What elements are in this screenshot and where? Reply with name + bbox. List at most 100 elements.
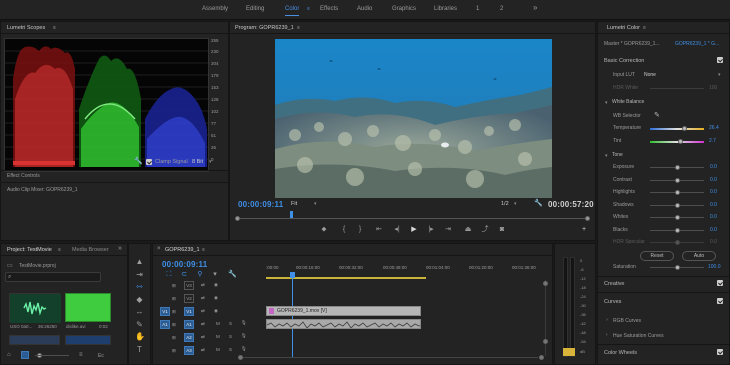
creative-header[interactable]: Creative (604, 281, 624, 287)
microphone-icon[interactable]: 🎙 (241, 346, 247, 352)
eye-icon[interactable]: ◉ (214, 295, 218, 301)
contrast-slider-handle[interactable] (675, 178, 680, 183)
workspace-tab-assembly[interactable]: Assembly (202, 6, 228, 12)
close-icon[interactable]: × (157, 246, 161, 252)
project-search-input[interactable]: ⌕ (5, 272, 101, 282)
audio-clip-mixer-tab[interactable]: Audio Clip Mixer: GOPR6239_1 (7, 187, 78, 193)
wrench-icon[interactable]: 🔧 (134, 157, 143, 165)
chevron-down-icon[interactable]: ▾ (718, 72, 721, 78)
tint-value[interactable]: 2.7 (709, 138, 716, 144)
linked-selection-icon[interactable]: ⚲ (196, 271, 204, 279)
media-browser-tab[interactable]: Media Browser (72, 247, 109, 253)
lock-icon[interactable]: ⊞ (172, 348, 176, 354)
clamp-signal-checkbox[interactable] (146, 159, 152, 165)
sequence-clip-select[interactable]: GOPR6239_1 * G... (675, 41, 719, 47)
pen-tool-icon[interactable]: ✎ (135, 320, 144, 329)
chevron-down-icon[interactable]: ▾ (605, 153, 608, 159)
hand-tool-icon[interactable]: ✋ (135, 332, 145, 341)
saturation-slider-handle[interactable] (675, 265, 680, 270)
scrubber-out-handle[interactable] (585, 216, 590, 221)
scrollbar-handle[interactable] (238, 355, 243, 360)
workspace-overflow-icon[interactable]: » (533, 3, 537, 12)
whites-value[interactable]: 0.0 (710, 214, 717, 220)
sort-icon[interactable]: ≡ (79, 352, 83, 358)
mark-in-icon[interactable]: { (340, 226, 348, 234)
lift-icon[interactable]: ⏏ (464, 226, 472, 234)
workspace-tab-graphics[interactable]: Graphics (392, 6, 416, 12)
sync-lock-icon[interactable]: ⇄ (201, 282, 205, 288)
chevron-down-icon[interactable]: ▾ (314, 201, 317, 207)
timeline-timecode[interactable]: 00:00:09:11 (162, 260, 207, 269)
selection-tool-icon[interactable]: ▲ (135, 257, 144, 266)
lock-icon[interactable]: ⊞ (172, 335, 176, 341)
razor-tool-icon[interactable]: ◆ (135, 295, 144, 304)
eye-icon[interactable]: ◉ (214, 282, 218, 288)
effect-controls-tab[interactable]: Effect Controls (7, 173, 40, 179)
scrollbar-handle[interactable] (539, 355, 544, 360)
clip-thumbnail-audio[interactable] (9, 293, 61, 323)
track-target[interactable]: V3 (184, 281, 194, 290)
add-marker-icon[interactable]: ▾ (211, 271, 219, 279)
go-to-out-icon[interactable]: ⇥ (444, 226, 452, 234)
vertical-scrollbar[interactable] (545, 280, 546, 356)
zoom-slider[interactable] (35, 355, 69, 356)
track-target[interactable]: A1 (184, 320, 194, 329)
chevron-down-icon[interactable]: ▾ (605, 100, 608, 106)
scrollbar-handle[interactable] (543, 339, 548, 344)
chevron-right-icon[interactable]: › (606, 317, 608, 323)
panel-menu-icon[interactable]: ≡ (643, 25, 646, 31)
sync-lock-icon[interactable]: ⇄ (201, 347, 205, 353)
whites-slider-handle[interactable] (675, 215, 680, 220)
color-wheels-header[interactable]: Color Wheels (604, 350, 637, 356)
source-patch[interactable]: V1 (160, 307, 170, 316)
basic-correction-checkbox[interactable] (717, 57, 723, 63)
wrench-icon[interactable]: 🔧 (228, 271, 237, 279)
basic-correction-header[interactable]: Basic Correction (604, 58, 644, 64)
track-target[interactable]: V1 (184, 307, 194, 316)
lock-icon[interactable]: ⌂ (7, 352, 11, 358)
panel-menu-icon[interactable]: ≡ (58, 247, 61, 253)
workspace-tab-audio[interactable]: Audio (357, 6, 372, 12)
sequence-tab[interactable]: GOPR6239_1 (165, 247, 200, 253)
panel-overflow-icon[interactable]: » (118, 245, 122, 252)
playhead-marker[interactable] (290, 211, 293, 218)
blacks-slider-handle[interactable] (675, 228, 680, 233)
auto-button[interactable]: Auto (682, 251, 716, 261)
curves-header[interactable]: Curves (604, 299, 621, 305)
wrench-icon[interactable]: 🔧 (534, 199, 543, 207)
track-target[interactable]: V2 (184, 294, 194, 303)
contrast-value[interactable]: 0.0 (710, 177, 717, 183)
highlights-slider-handle[interactable] (675, 190, 680, 195)
nest-icon[interactable]: ⛶ (165, 271, 173, 279)
lock-icon[interactable]: ⊞ (172, 322, 176, 328)
exposure-value[interactable]: 0.0 (710, 164, 717, 170)
scrollbar-handle[interactable] (543, 281, 548, 286)
mark-out-icon[interactable]: } (356, 226, 364, 234)
play-icon[interactable]: ▶ (410, 226, 418, 234)
workspace-tab-1[interactable]: 1 (476, 6, 479, 12)
mute-icon[interactable]: M (216, 334, 220, 339)
chevron-right-icon[interactable]: › (606, 332, 608, 338)
eye-icon[interactable]: ◉ (214, 308, 218, 314)
workspace-tab-color[interactable]: Color (285, 6, 300, 16)
audio-clip[interactable] (266, 319, 421, 329)
track-select-tool-icon[interactable]: ⇥ (135, 270, 144, 279)
step-forward-icon[interactable]: |▸ (427, 226, 435, 234)
microphone-icon[interactable]: 🎙 (241, 333, 247, 339)
hue-sat-curves-item[interactable]: Hue Saturation Curves (613, 333, 664, 339)
temperature-value[interactable]: 26.4 (709, 125, 719, 131)
clip-thumbnail[interactable] (65, 335, 111, 345)
lock-icon[interactable]: ⊞ (172, 296, 176, 302)
extract-icon[interactable]: ⤴ (481, 226, 489, 234)
go-to-in-icon[interactable]: ⇤ (375, 226, 383, 234)
project-tab[interactable]: Project: TestMovie (7, 247, 52, 253)
marker-icon[interactable]: ⬥ (320, 226, 328, 234)
mute-icon[interactable]: M (216, 347, 220, 352)
panel-menu-icon[interactable]: ≡ (297, 25, 300, 31)
source-patch[interactable]: A1 (160, 320, 170, 329)
panel-menu-icon[interactable]: ≡ (53, 25, 56, 31)
shadows-slider-handle[interactable] (675, 203, 680, 208)
timeline-scrollbar[interactable] (238, 357, 538, 358)
sync-lock-icon[interactable]: ⇄ (201, 334, 205, 340)
program-timecode[interactable]: 00:00:09:11 (238, 200, 283, 209)
